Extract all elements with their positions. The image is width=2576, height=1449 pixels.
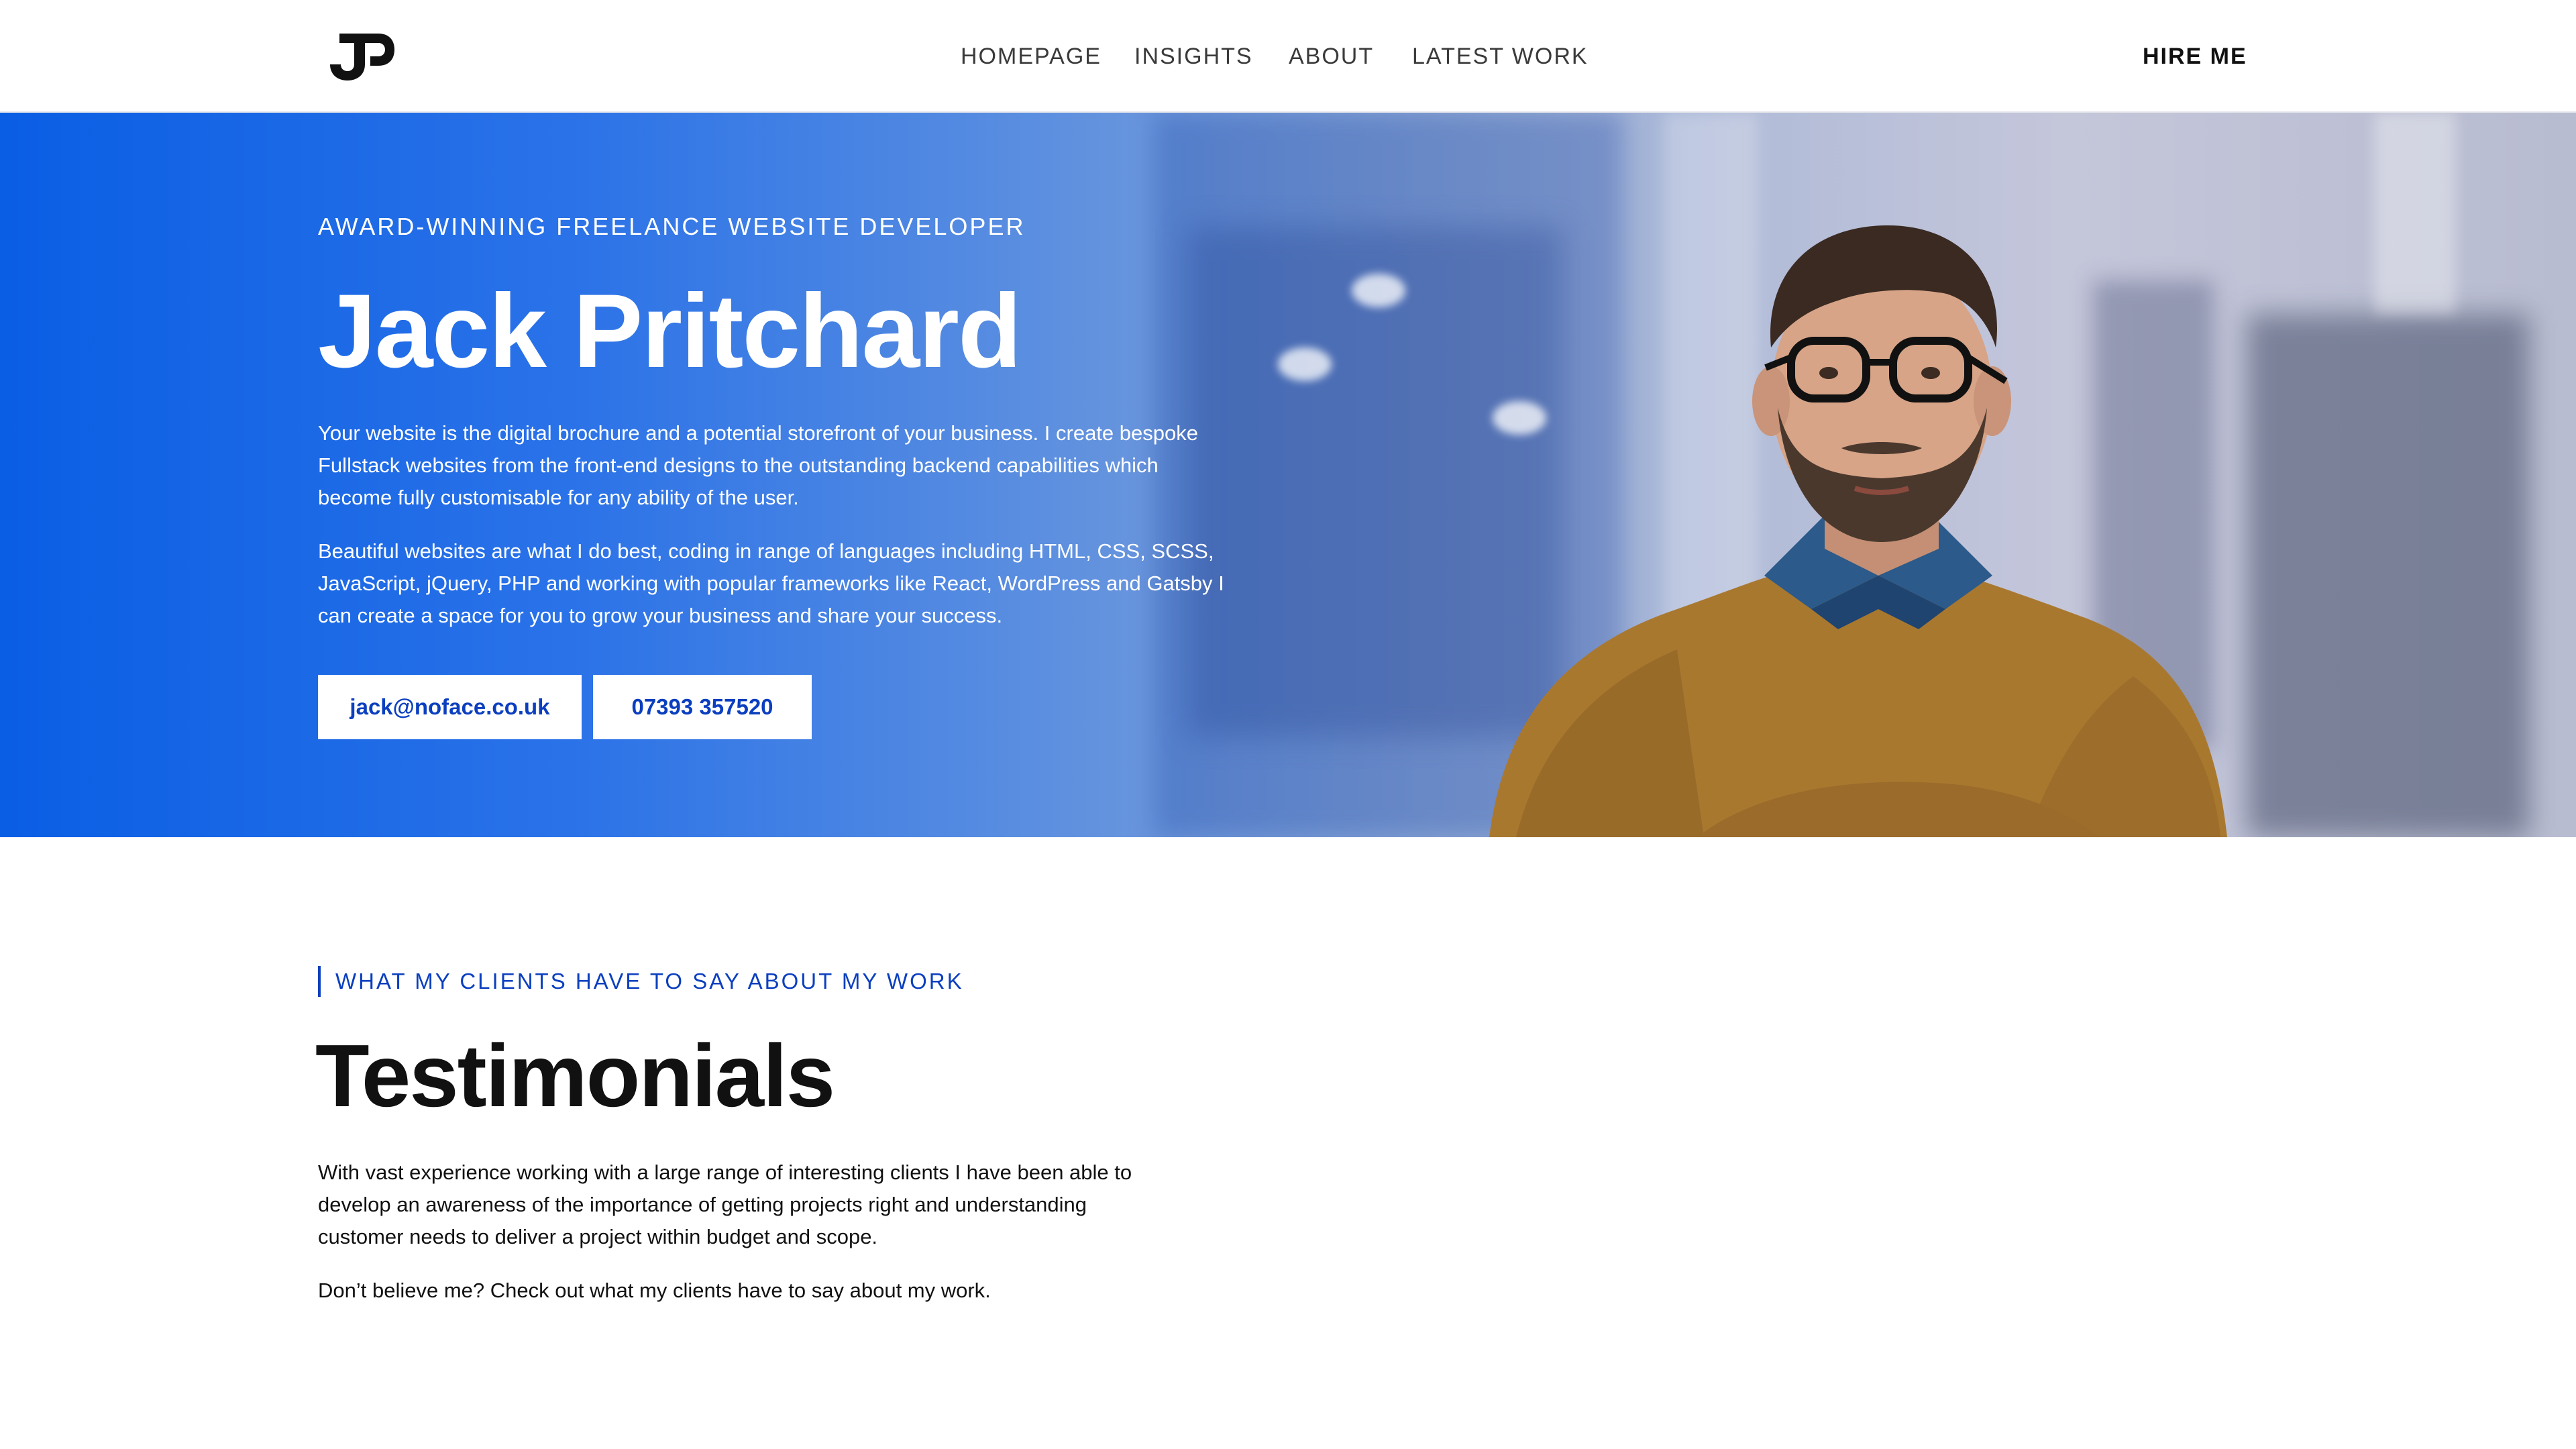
- portrait-illustration: [1489, 225, 2227, 837]
- site-header: HOMEPAGE INSIGHTS ABOUT LATEST WORK HIRE…: [0, 0, 2576, 113]
- nav-item-about[interactable]: ABOUT: [1289, 40, 1374, 72]
- hire-me-link[interactable]: HIRE ME: [2143, 40, 2247, 72]
- hero-title: Jack Pritchard: [318, 273, 1022, 390]
- phone-button[interactable]: 07393 357520: [593, 675, 812, 739]
- nav-item-insights[interactable]: INSIGHTS: [1134, 40, 1253, 72]
- section-title: Testimonials: [315, 1026, 835, 1125]
- ceiling-light: [1278, 347, 1332, 381]
- section-cta-paragraph: Don’t believe me? Check out what my clie…: [318, 1279, 991, 1302]
- section-intro-paragraph: With vast experience working with a larg…: [318, 1161, 1132, 1248]
- section-kicker: WHAT MY CLIENTS HAVE TO SAY ABOUT MY WOR…: [318, 966, 964, 997]
- testimonials-section: WHAT MY CLIENTS HAVE TO SAY ABOUT MY WOR…: [0, 837, 2576, 1449]
- hero-section: AWARD-WINNING FREELANCE WEBSITE DEVELOPE…: [0, 113, 2576, 837]
- hero-background-highlight: [2375, 113, 2455, 314]
- nav-item-latest-work[interactable]: LATEST WORK: [1412, 40, 1589, 72]
- hero-skills-paragraph: Beautiful websites are what I do best, c…: [318, 539, 1224, 627]
- ceiling-light: [1352, 274, 1405, 307]
- email-button[interactable]: jack@noface.co.uk: [318, 675, 582, 739]
- portrait-photo: [1476, 113, 2294, 837]
- nav-item-homepage[interactable]: HOMEPAGE: [961, 40, 1102, 72]
- hero-intro-paragraph: Your website is the digital brochure and…: [318, 421, 1198, 509]
- hero-eyebrow: AWARD-WINNING FREELANCE WEBSITE DEVELOPE…: [318, 213, 1026, 240]
